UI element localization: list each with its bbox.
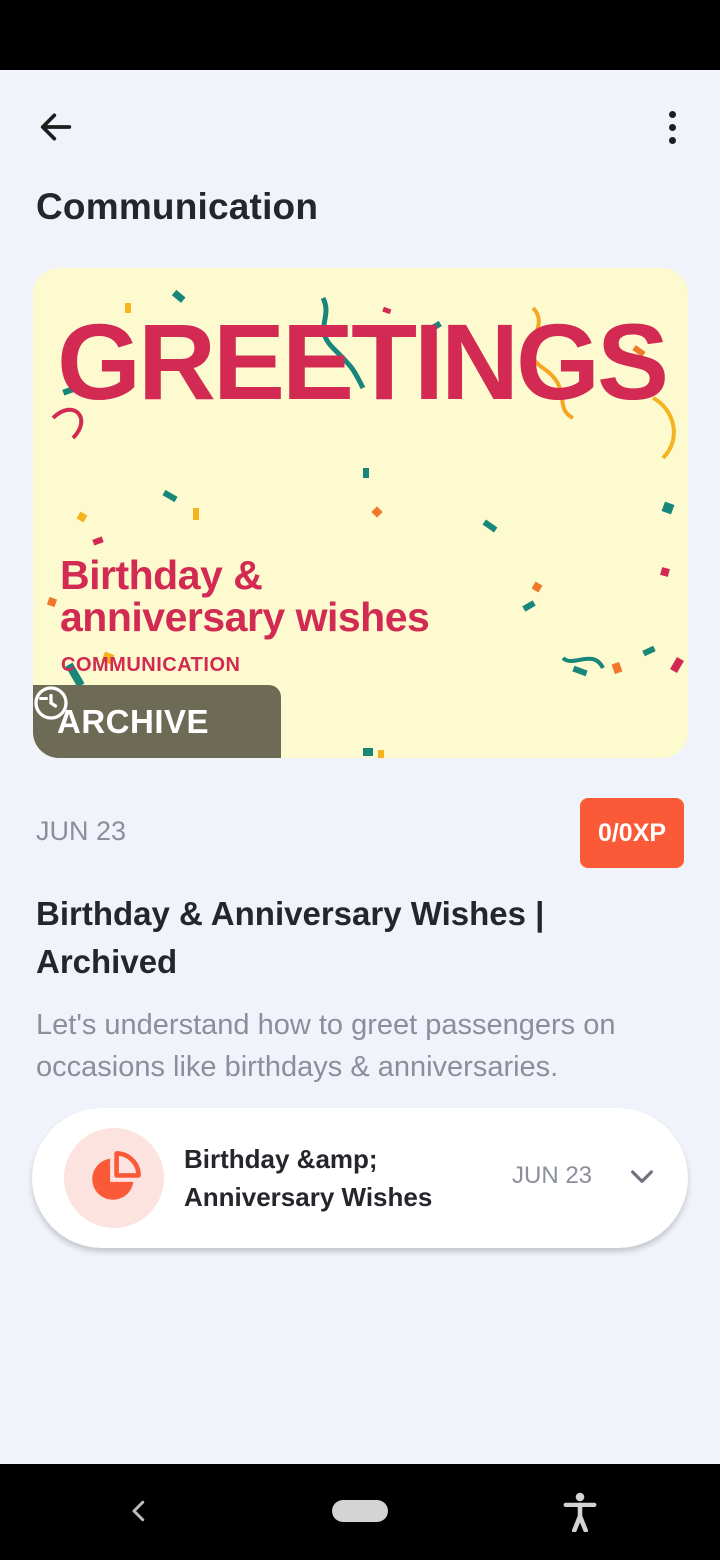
more-vertical-icon (668, 110, 676, 118)
course-description: Let's understand how to greet passengers… (36, 1009, 616, 1083)
archive-label: ARCHIVE (57, 702, 210, 740)
archive-badge: ARCHIVE (33, 685, 281, 758)
pie-chart-icon (92, 1151, 141, 1200)
history-icon (34, 686, 68, 720)
chevron-down-icon[interactable] (626, 1160, 658, 1192)
course-headline: Birthday & Anniversary Wishes | Archived (36, 895, 545, 980)
xp-badge: 0/0XP (580, 798, 684, 868)
course-banner: GREETINGS Birthday & anniversary wishes … (33, 268, 688, 758)
module-item-date: JUN 23 (512, 1162, 593, 1189)
arrow-left-icon (40, 113, 72, 141)
module-item-title: Birthday &amp; Anniversary Wishes (184, 1144, 433, 1212)
module-item-card[interactable]: Birthday &amp; Anniversary Wishes JUN 23 (32, 1108, 688, 1248)
banner-subtitle: Birthday & anniversary wishes (60, 552, 430, 640)
banner-category: COMMUNICATION (61, 654, 241, 676)
system-home-button[interactable] (332, 1500, 388, 1522)
module-item-icon-wrap (64, 1128, 164, 1228)
accessibility-icon[interactable] (562, 1492, 598, 1532)
app-bar (0, 70, 720, 180)
back-button[interactable] (26, 102, 86, 152)
banner-subtitle-line2: anniversary wishes (60, 594, 430, 640)
banner-headline: GREETINGS (57, 301, 669, 422)
page-title: Communication (36, 186, 319, 227)
status-bar (0, 0, 720, 70)
course-date: JUN 23 (36, 816, 127, 846)
banner-subtitle-line1: Birthday & (60, 552, 263, 598)
system-back-icon[interactable] (124, 1496, 154, 1526)
more-options-button[interactable] (646, 102, 698, 152)
